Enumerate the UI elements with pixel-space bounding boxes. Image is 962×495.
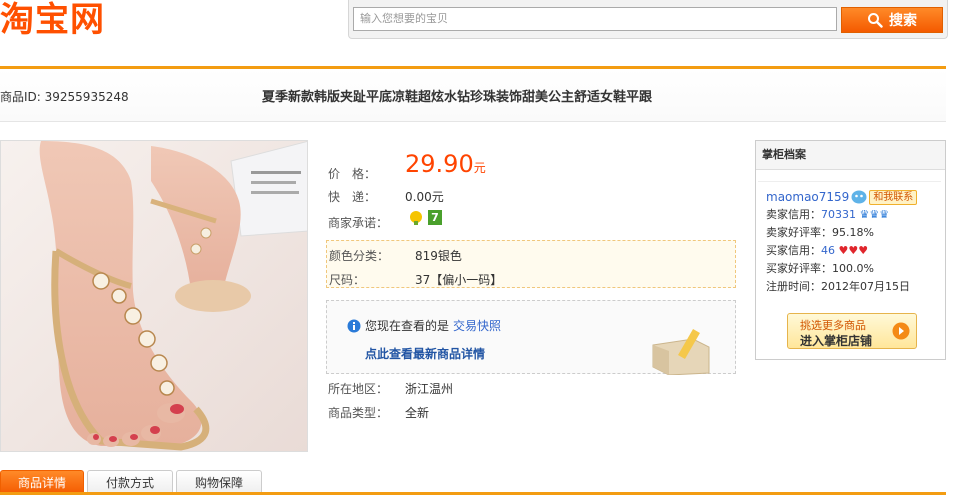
search-button[interactable]: 搜索 [841,7,943,33]
promise-label: 商家承诺： [328,216,389,230]
product-image[interactable] [0,140,308,452]
buyer-rate: 买家好评率：100.0% [766,262,874,275]
seller-info: maomao7159 和我联系 卖家信用：70331 ♛♛♛ 卖家好评率：95.… [758,181,941,296]
wangwang-icon [851,190,867,204]
sku-box: 颜色分类： 819银色 尺码： 37【偏小一码】 [326,240,736,288]
color-label: 颜色分类： [329,249,390,263]
shipping-value: 0.00元 [405,190,444,204]
snapshot-link[interactable]: 交易快照 [453,317,501,334]
item-type-value: 全新 [405,406,430,420]
item-type-label: 商品类型： [328,406,389,420]
seller-profile: 掌柜档案 maomao7159 和我联系 卖家信用：70331 ♛♛♛ 卖家好评… [755,140,946,360]
seller-credit-label: 卖家信用： [766,208,821,221]
price-unit: 元 [473,161,486,175]
item-id: 商品ID: 39255935248 [0,90,129,104]
snapshot-notice: 您现在查看的是 交易快照 点此查看最新商品详情 [326,300,736,375]
location-value: 浙江温州 [405,382,454,396]
register-time: 注册时间：2012年07月15日 [766,280,910,293]
promise-icons: 7 [408,210,442,226]
seller-credit-row: 卖家信用：70331 ♛♛♛ [758,206,941,224]
seller-credit-value[interactable]: 70331 [821,208,856,221]
price: 29.90元 [405,150,486,178]
heart-icons: ♥♥♥ [838,244,869,257]
buyer-credit-row: 买家信用：46 ♥♥♥ [758,242,941,260]
search-button-label: 搜索 [889,13,917,29]
enter-shop-line1: 挑选更多商品 [800,319,866,332]
item-title-bar: 商品ID: 39255935248 夏季新款韩版夹趾平底凉鞋超炫水钻珍珠装饰甜美… [0,69,946,122]
seller-name-row: maomao7159 和我联系 [758,182,941,206]
price-value: 29.90 [405,150,474,178]
box-pencil-icon [652,329,710,375]
seven-day-return-icon[interactable]: 7 [428,210,442,225]
item-title: 夏季新款韩版夹趾平底凉鞋超炫水钻珍珠装饰甜美公主舒适女鞋平跟 [262,90,653,105]
guarantee-icon[interactable] [408,210,424,226]
color-value[interactable]: 819银色 [415,247,462,264]
search-bar: 输入您想要的宝贝 搜索 [348,0,948,39]
size-value[interactable]: 37【偏小一码】 [415,271,502,288]
location-label: 所在地区： [328,382,389,396]
crown-icons: ♛♛♛ [859,208,890,221]
price-label: 价 格： [328,167,377,181]
buyer-credit-value[interactable]: 46 [821,244,835,257]
buyer-credit-label: 买家信用： [766,244,821,257]
taobao-logo[interactable]: 淘宝网 [0,0,105,40]
tab-shopping-protection[interactable]: 购物保障 [176,470,262,494]
search-input[interactable]: 输入您想要的宝贝 [353,7,837,31]
seller-heading: 掌柜档案 [756,141,945,170]
contact-button[interactable]: 和我联系 [869,189,918,205]
enter-shop-button[interactable]: 挑选更多商品 进入掌柜店铺 [787,313,917,349]
latest-item-link[interactable]: 点此查看最新商品详情 [365,345,485,362]
snapshot-line: 您现在查看的是 交易快照 [347,317,501,334]
tab-item-details[interactable]: 商品详情 [0,470,84,494]
info-icon [347,319,361,332]
seller-rate: 卖家好评率：95.18% [766,226,874,239]
seller-name[interactable]: maomao7159 [766,188,849,206]
size-label: 尺码： [329,273,366,287]
search-icon [868,13,883,28]
snapshot-text: 您现在查看的是 [365,319,450,333]
shipping-label: 快 递： [328,190,377,204]
enter-shop-line2: 进入掌柜店铺 [800,334,873,348]
tab-payment-methods[interactable]: 付款方式 [87,470,173,494]
arrow-right-icon [892,322,910,340]
